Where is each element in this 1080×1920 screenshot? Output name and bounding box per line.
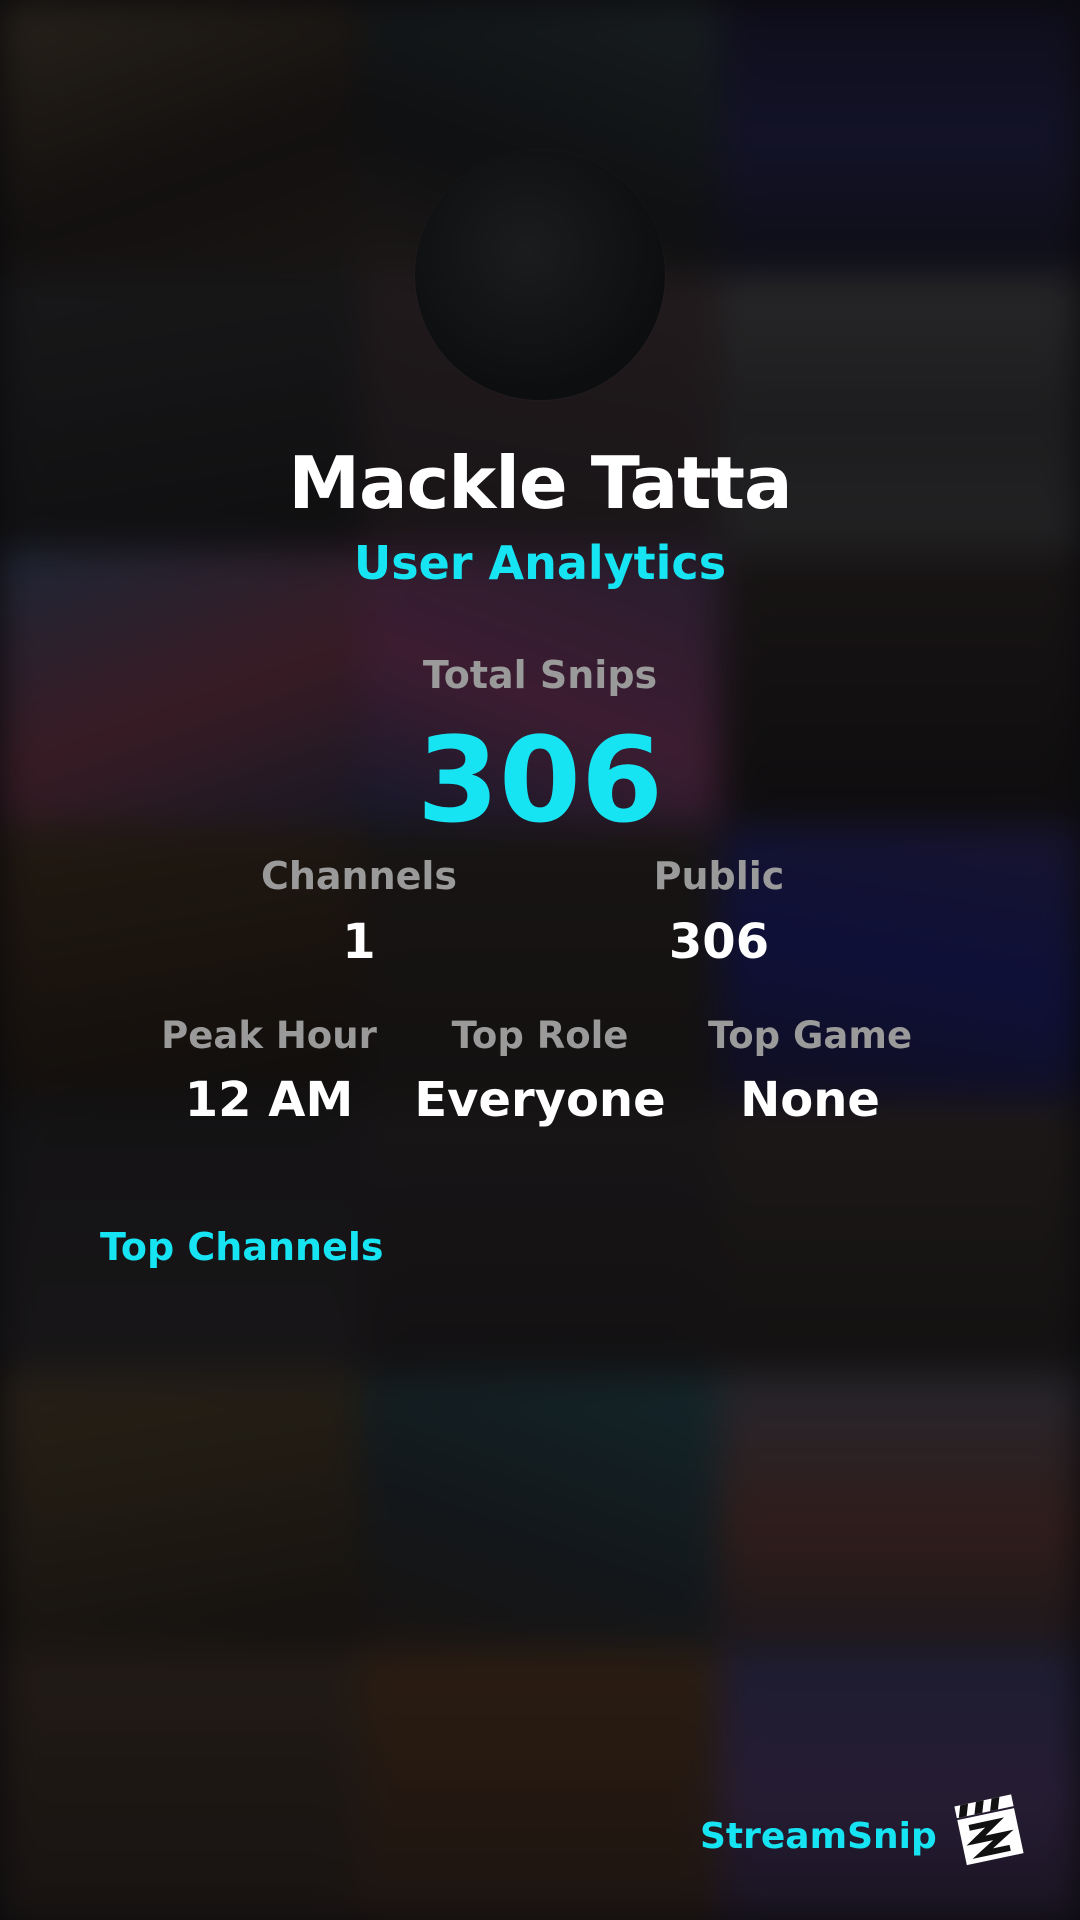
top-game-label: Top Game [707,1014,913,1057]
top-role-label: Top Role [451,1014,629,1057]
avatar [415,150,665,400]
analytics-card: Mackle Tatta User Analytics Total Snips … [0,0,1080,1920]
top-channels-heading: Top Channels [100,1225,384,1269]
top-role-value: Everyone [414,1072,666,1128]
page-subtitle: User Analytics [353,536,727,590]
total-snips-label: Total Snips [422,653,658,697]
brand-name: StreamSnip [700,1816,937,1857]
clapperboard-icon [948,1790,1028,1870]
channels-label: Channels [260,854,458,898]
total-snips-value: 306 [416,711,664,849]
channels-value: 1 [342,914,376,970]
peak-hour-label: Peak Hour [161,1014,377,1057]
card-content: Mackle Tatta User Analytics Total Snips … [0,0,1080,1920]
public-value: 306 [668,914,770,970]
top-game-value: None [740,1072,880,1128]
peak-hour-value: 12 AM [184,1072,354,1128]
public-label: Public [653,854,785,898]
user-name: Mackle Tatta [288,441,792,525]
